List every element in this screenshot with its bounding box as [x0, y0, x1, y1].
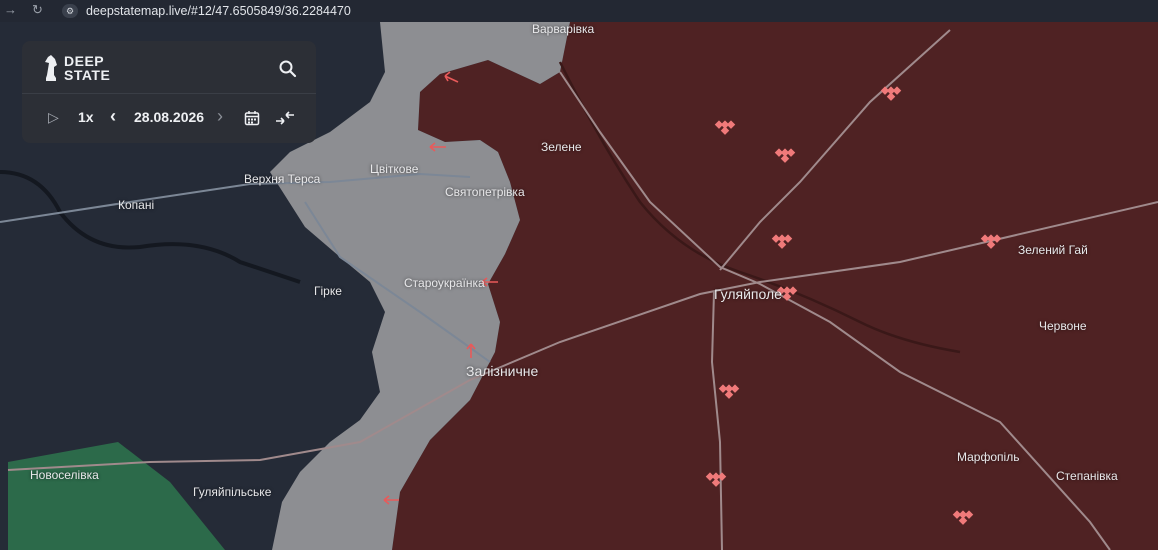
place-stepanivka: Степанівка: [1056, 469, 1118, 483]
search-icon[interactable]: [278, 59, 298, 79]
knight-logo-icon: [45, 55, 57, 81]
control-panel: DEEP STATE ▷ 1x ‹ 28.08.2026 ›: [22, 41, 316, 143]
place-verkhnia-tersa: Верхня Терса: [244, 172, 321, 186]
site-info-icon[interactable]: ⚙: [62, 4, 78, 18]
place-zaliznychne: Залізничне: [466, 363, 539, 379]
panel-divider: [22, 93, 316, 94]
next-date-icon[interactable]: ›: [217, 106, 223, 127]
date-display[interactable]: 28.08.2026: [134, 109, 204, 125]
place-staroukrainka: Староукраїнка: [404, 276, 485, 290]
address-bar[interactable]: ⚙ deepstatemap.live/#12/47.6505849/36.22…: [62, 1, 351, 21]
place-huliaipilske: Гуляйпільське: [193, 485, 272, 499]
play-icon[interactable]: ▷: [48, 109, 59, 126]
forward-icon[interactable]: →: [4, 2, 17, 17]
place-varvarivka: Варварівка: [532, 22, 595, 36]
deepstate-logo[interactable]: DEEP STATE: [42, 53, 110, 83]
place-marfopil: Марфопіль: [957, 450, 1020, 464]
timeline-controls: ▷ 1x ‹ 28.08.2026 ›: [22, 103, 316, 133]
logo-line-1: DEEP: [64, 53, 105, 69]
place-hirke: Гірке: [314, 284, 342, 298]
compare-icon[interactable]: [274, 109, 296, 127]
reload-icon[interactable]: ↻: [32, 2, 43, 18]
prev-date-icon[interactable]: ‹: [110, 106, 116, 127]
calendar-icon[interactable]: [244, 110, 260, 126]
logo-line-2: STATE: [64, 67, 111, 83]
place-zelene: Зелене: [541, 140, 582, 154]
logo-text: DEEP STATE: [64, 54, 110, 82]
place-chervone: Червоне: [1039, 319, 1087, 333]
place-huliaipole: Гуляйполе: [714, 286, 782, 302]
url-text[interactable]: deepstatemap.live/#12/47.6505849/36.2284…: [86, 4, 351, 18]
place-novoselivka: Новоселівка: [30, 468, 99, 482]
browser-toolbar: → ↻ ⚙ deepstatemap.live/#12/47.6505849/3…: [0, 0, 1158, 22]
place-tsvitkove: Цвіткове: [370, 162, 419, 176]
place-zelenyi-hai: Зелений Гай: [1018, 243, 1088, 257]
place-kopani: Копані: [118, 198, 155, 212]
place-sviatopetrivka: Святопетрівка: [445, 185, 525, 199]
speed-button[interactable]: 1x: [78, 109, 94, 125]
